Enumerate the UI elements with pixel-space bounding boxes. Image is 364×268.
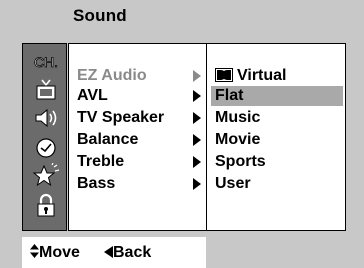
speaker-icon[interactable] (23, 104, 68, 132)
sound-menu: EZ Audio AVL TV Speaker Balance Treble B… (68, 43, 208, 231)
option-music[interactable]: Music (211, 108, 343, 128)
chevron-right-icon (193, 156, 201, 168)
star-icon[interactable] (23, 162, 68, 190)
tv-icon[interactable] (23, 76, 68, 104)
back-hint: Back (104, 244, 151, 262)
chevron-right-icon (193, 70, 201, 82)
menu-item-tv-speaker[interactable]: TV Speaker (77, 108, 205, 128)
chevron-right-icon (193, 178, 201, 190)
channel-icon[interactable]: CH. (23, 48, 68, 76)
category-icon-column: CH. (22, 43, 67, 231)
menu-item-avl[interactable]: AVL (77, 86, 205, 106)
move-hint: Move (30, 244, 80, 262)
option-virtual[interactable]: Virtual (211, 66, 343, 86)
chevron-right-icon (193, 90, 201, 102)
option-flat[interactable]: Flat (211, 86, 343, 106)
option-user[interactable]: User (211, 174, 343, 194)
menu-item-ez-audio[interactable]: EZ Audio (77, 66, 205, 86)
menu-item-balance[interactable]: Balance (77, 130, 205, 150)
title-bar: Sound (22, 0, 364, 38)
chevron-right-icon (193, 134, 201, 146)
clock-icon[interactable] (23, 134, 68, 162)
chevron-right-icon (193, 112, 201, 124)
menu-item-bass[interactable]: Bass (77, 174, 205, 194)
left-arrow-icon (104, 246, 113, 258)
menu-item-treble[interactable]: Treble (77, 152, 205, 172)
menu-title: Sound (73, 6, 127, 25)
navigation-hint-bar: Move Back (22, 237, 206, 268)
option-movie[interactable]: Movie (211, 130, 343, 150)
svg-text:CH.: CH. (33, 54, 57, 70)
ez-audio-submenu: Virtual Flat Music Movie Sports User (206, 43, 346, 231)
lock-icon[interactable] (23, 192, 68, 220)
option-sports[interactable]: Sports (211, 152, 343, 172)
up-down-arrow-icon (30, 244, 39, 258)
dolby-virtual-icon (215, 68, 233, 82)
